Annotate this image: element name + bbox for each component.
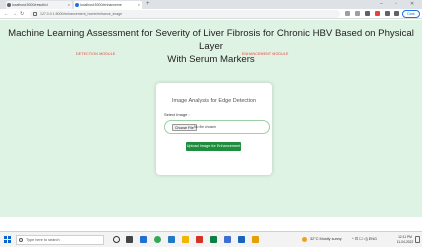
task-view-icon[interactable] [126,236,133,243]
upload-submit-button[interactable]: Upload Image for Enhancement [186,142,241,151]
nav-link-enhancement[interactable]: ENHANCEMENT MODULE [242,52,289,56]
browser-tab[interactable]: localhost:5000/result/cl × [6,1,72,9]
choose-file-button[interactable]: Choose File [172,124,197,131]
taskbar: Type here to search 32°C Mostly sunny ^ … [0,231,422,247]
forward-icon[interactable]: → [12,9,17,19]
share-icon[interactable] [345,11,350,16]
app-icon[interactable] [210,236,217,243]
profile-button[interactable]: Dark [402,10,420,18]
cortana-icon[interactable] [113,236,120,243]
chrome-icon[interactable] [154,236,161,243]
page-title-line-1: Machine Learning Assessment for Severity… [8,28,414,52]
browser-tab-active[interactable]: localhost:5000/enhanceme × [74,1,142,9]
select-image-label: Select Image : [164,112,190,117]
file-explorer-icon[interactable] [182,236,189,243]
browser-tab-bar: localhost:5000/result/cl × localhost:500… [0,0,422,9]
new-tab-button[interactable]: + [146,0,150,9]
close-tab-icon[interactable]: × [138,1,140,9]
address-bar[interactable]: 127.0.0.1:5000/enhancement_home/enhance_… [30,10,340,18]
globe-icon [7,3,11,7]
page-title: Machine Learning Assessment for Severity… [0,27,422,66]
nav-link-detection[interactable]: DETECTION MODULE [76,52,115,56]
upload-card: Image Analysis for Edge Detection Select… [156,83,272,175]
card-heading: Image Analysis for Edge Detection [171,98,257,104]
clock-time: 12:11 PM [398,235,412,239]
app-icon[interactable] [238,236,245,243]
system-tray-icons[interactable]: ^ ⊡ ☐ ◁) ENG [352,232,377,247]
search-icon [19,238,23,242]
browser-toolbar: ← → ↻ 127.0.0.1:5000/enhancement_home/en… [0,9,422,19]
clock[interactable]: 12:11 PM 11-04-2022 [396,235,414,244]
app-icon[interactable] [140,236,147,243]
weather-text[interactable]: 32°C Mostly sunny [310,232,342,247]
notification-icon[interactable] [415,236,420,243]
close-tab-icon[interactable]: × [68,1,70,9]
windows-start-icon[interactable] [4,236,11,243]
extension-icon[interactable] [365,11,370,16]
info-icon[interactable] [33,12,37,16]
taskbar-search[interactable]: Type here to search [16,235,104,245]
address-text: 127.0.0.1:5000/enhancement_home/enhance_… [40,12,123,16]
file-status-text: No file chosen [194,125,217,129]
taskbar-search-placeholder: Type here to search [26,238,60,242]
app-icon[interactable] [224,236,231,243]
tab-title: localhost:5000/enhanceme [80,3,122,7]
page-content: Machine Learning Assessment for Severity… [0,20,422,217]
file-input[interactable]: Choose File No file chosen [164,120,270,134]
clock-date: 11-04-2022 [396,239,414,244]
extensions-puzzle-icon[interactable] [385,11,390,16]
weather-sun-icon[interactable] [302,237,307,242]
page-title-line-2: With Serum Markers [167,54,255,65]
extension-icon[interactable] [375,11,380,16]
sidebar-icon[interactable] [394,11,399,16]
maximize-button[interactable]: ▫ [395,0,397,9]
app-icon[interactable] [168,236,175,243]
close-window-button[interactable]: ✕ [410,0,414,9]
tab-title: localhost:5000/result/cl [12,3,48,7]
reload-icon[interactable]: ↻ [20,9,24,19]
globe-icon [75,3,79,7]
app-icon[interactable] [196,236,203,243]
bookmark-star-icon[interactable] [355,11,360,16]
minimize-button[interactable]: – [380,0,383,9]
back-icon[interactable]: ← [4,9,9,19]
app-icon[interactable] [252,236,259,243]
